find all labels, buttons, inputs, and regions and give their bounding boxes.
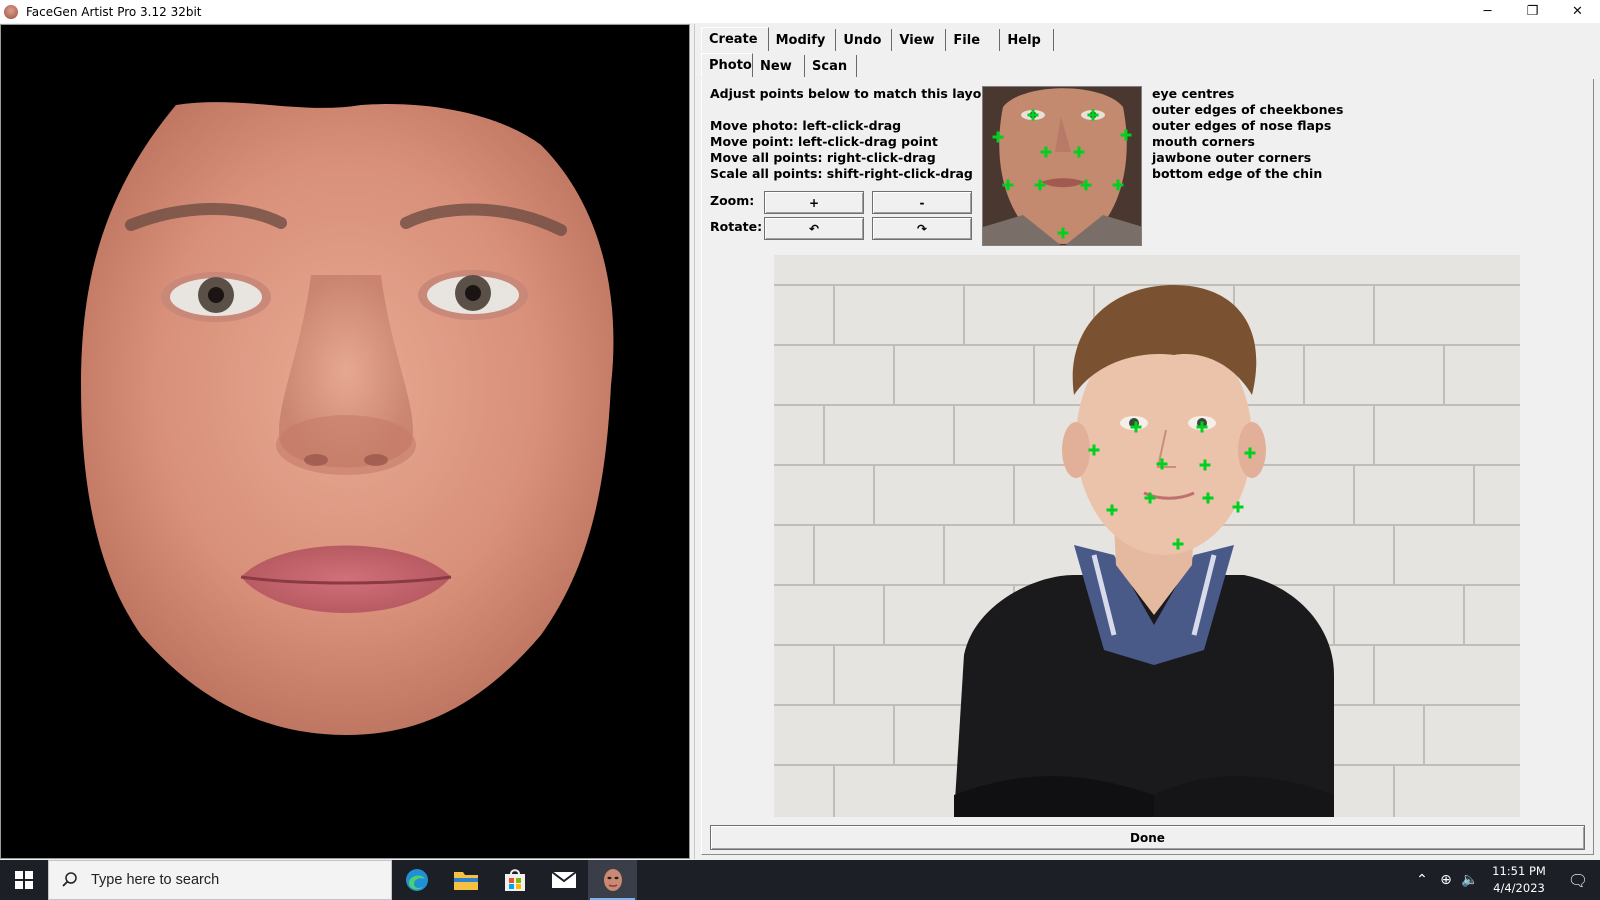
- volume-icon[interactable]: 🔈: [1458, 872, 1482, 888]
- fit-point-nose-left[interactable]: [1156, 458, 1168, 470]
- maximize-button[interactable]: ❐: [1510, 0, 1555, 23]
- ref-marker-nose-left: [1040, 146, 1052, 158]
- title-bar: FaceGen Artist Pro 3.12 32bit ─ ❐ ✕: [0, 0, 1600, 23]
- ref-marker-cheek-left: [992, 131, 1004, 143]
- key-point-item: mouth corners: [1152, 134, 1255, 149]
- rendered-face-model: [81, 102, 614, 735]
- tab-help[interactable]: Help: [1000, 29, 1055, 51]
- windows-icon: [15, 871, 33, 889]
- start-button[interactable]: [0, 860, 48, 900]
- search-icon: [62, 872, 77, 887]
- zoom-label: Zoom:: [710, 193, 755, 208]
- zoom-in-button[interactable]: +: [764, 191, 864, 214]
- fit-point-jaw-left[interactable]: [1106, 504, 1118, 516]
- edge-icon[interactable]: [392, 860, 441, 900]
- notification-icon[interactable]: 🗨: [1556, 871, 1600, 890]
- ref-marker-mouth-right: [1080, 179, 1092, 191]
- tab-photo[interactable]: Photo: [701, 53, 753, 77]
- search-placeholder: Type here to search: [91, 872, 220, 888]
- ref-marker-jaw-left: [1002, 179, 1014, 191]
- photo-canvas[interactable]: [774, 255, 1520, 817]
- mail-icon[interactable]: [539, 860, 588, 900]
- clock-time: 11:51 PM: [1492, 864, 1546, 878]
- chevron-up-icon[interactable]: ⌃: [1410, 872, 1434, 888]
- clock[interactable]: 11:51 PM 4/4/2023: [1482, 863, 1556, 897]
- instruction-scale-all: Scale all points: shift-right-click-drag: [710, 166, 973, 181]
- system-tray: ⌃ ⊕ 🔈 11:51 PM 4/4/2023 🗨: [1410, 860, 1600, 900]
- tab-modify[interactable]: Modify: [769, 29, 837, 51]
- instruction-move-photo: Move photo: left-click-drag: [710, 118, 902, 133]
- key-point-item: outer edges of nose flaps: [1152, 118, 1332, 133]
- ref-marker-cheek-right: [1120, 129, 1132, 141]
- clock-date: 4/4/2023: [1493, 881, 1545, 895]
- 3d-face-viewport[interactable]: [0, 24, 690, 859]
- main-tab-row: Create Modify Undo View File Help: [701, 27, 1055, 51]
- ref-marker-mouth-left: [1034, 179, 1046, 191]
- rotate-label: Rotate:: [710, 219, 763, 234]
- fit-point-mouth-left[interactable]: [1144, 492, 1156, 504]
- instruction-move-all: Move all points: right-click-drag: [710, 150, 936, 165]
- fit-point-eye-right[interactable]: [1196, 421, 1208, 433]
- zoom-out-button[interactable]: -: [872, 191, 972, 214]
- ref-marker-chin: [1057, 227, 1069, 239]
- close-button[interactable]: ✕: [1555, 0, 1600, 23]
- fit-point-cheek-left[interactable]: [1088, 444, 1100, 456]
- instruction-header: Adjust points below to match this layout…: [710, 86, 1002, 101]
- network-icon[interactable]: ⊕: [1434, 872, 1458, 888]
- key-points-list: eye centres outer edges of cheekbones ou…: [1152, 86, 1343, 182]
- rotate-cw-button[interactable]: ↷: [872, 217, 972, 240]
- ref-marker-eye-left: [1027, 109, 1039, 121]
- instruction-move-point: Move point: left-click-drag point: [710, 134, 938, 149]
- fit-point-cheek-right[interactable]: [1244, 447, 1256, 459]
- fit-point-eye-left[interactable]: [1130, 421, 1142, 433]
- file-explorer-icon[interactable]: [441, 860, 490, 900]
- tab-scan[interactable]: Scan: [805, 55, 857, 77]
- store-icon[interactable]: [490, 860, 539, 900]
- tab-create[interactable]: Create: [701, 27, 769, 51]
- key-point-item: outer edges of cheekbones: [1152, 102, 1344, 117]
- window-title: FaceGen Artist Pro 3.12 32bit: [26, 4, 202, 19]
- done-button[interactable]: Done: [710, 825, 1585, 850]
- fit-point-jaw-right[interactable]: [1232, 501, 1244, 513]
- ref-marker-jaw-right: [1112, 179, 1124, 191]
- taskbar-search-input[interactable]: Type here to search: [48, 860, 392, 900]
- fit-point-nose-right[interactable]: [1199, 459, 1211, 471]
- taskbar: Type here to search ⌃ ⊕ 🔈 11:51 PM 4/4/2…: [0, 860, 1600, 900]
- tab-view[interactable]: View: [892, 29, 947, 51]
- ref-marker-nose-right: [1073, 146, 1085, 158]
- key-point-item: jawbone outer corners: [1152, 150, 1312, 165]
- tab-new[interactable]: New: [753, 55, 805, 77]
- key-point-item: bottom edge of the chin: [1152, 166, 1323, 181]
- tab-file[interactable]: File: [946, 29, 1001, 51]
- ref-marker-eye-right: [1087, 109, 1099, 121]
- fit-point-mouth-right[interactable]: [1202, 492, 1214, 504]
- facegen-app-icon: [4, 4, 18, 19]
- tab-undo[interactable]: Undo: [836, 29, 893, 51]
- sub-tab-row: Photo New Scan: [701, 53, 857, 77]
- minimize-button[interactable]: ─: [1465, 0, 1510, 23]
- fit-point-chin[interactable]: [1172, 538, 1184, 550]
- facegen-icon[interactable]: [588, 860, 637, 900]
- rotate-ccw-button[interactable]: ↶: [764, 217, 864, 240]
- reference-layout-photo: [982, 86, 1142, 246]
- key-point-item: eye centres: [1152, 86, 1235, 101]
